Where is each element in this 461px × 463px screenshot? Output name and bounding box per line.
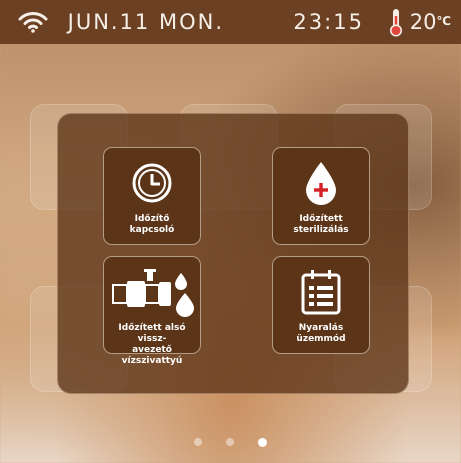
temperature-unit: ℃ [436,14,452,28]
wifi-icon [18,9,54,35]
pump-icon [107,267,197,317]
timer-switch-tile[interactable]: Időzítő kapcsoló [103,147,201,245]
tile-label: Időzített sterilizálás [293,214,349,235]
page-indicator [0,436,461,448]
tile-label: Nyaralás üzemmód [296,323,346,344]
temperature-value: 20 [409,10,437,34]
page-dot-active[interactable] [258,437,267,447]
tile-label: Időzítő kapcsoló [129,214,175,235]
tile-label: Időzített alsó vissz- avezető vízszivatt… [118,323,186,366]
vacation-mode-tile[interactable]: Nyaralás üzemmód [272,256,370,354]
timer-icon [129,158,175,208]
sterilization-drop-icon [301,158,341,208]
time-display: 23:15 [293,10,364,34]
status-bar: JUN.11 MON. 23:15 20℃ [0,0,461,44]
timed-recirculation-pump-tile[interactable]: Időzített alsó vissz- avezető vízszivatt… [103,256,201,366]
temperature-display: 20℃ [410,10,451,34]
timed-sterilization-tile[interactable]: Időzített sterilizálás [272,147,370,245]
calendar-list-icon [299,267,343,317]
timer-menu-panel: Időzítő kapcsoló Időzített sterilizálás [57,113,409,394]
thermometer-icon [388,7,406,37]
page-dot[interactable] [226,438,234,446]
date-display: JUN.11 MON. [67,10,225,34]
page-dot[interactable] [194,438,202,446]
